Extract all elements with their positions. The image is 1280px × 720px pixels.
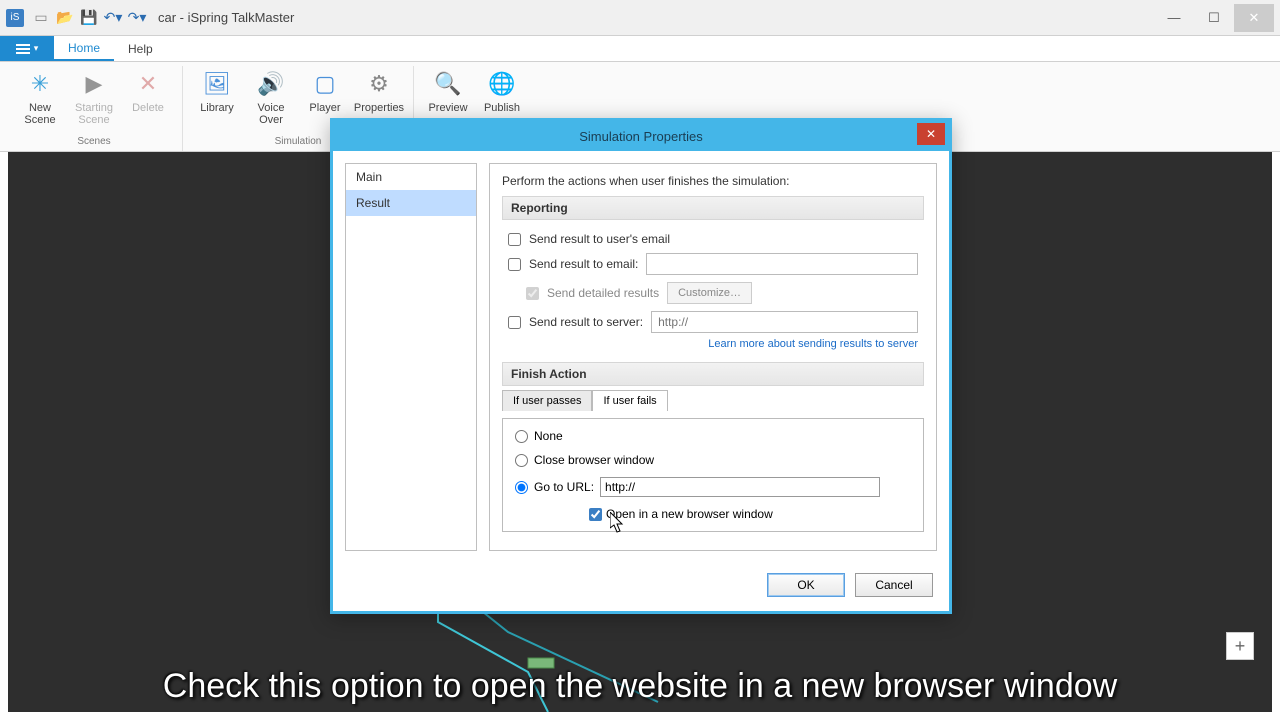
send-email-input[interactable] — [646, 253, 918, 275]
send-server-label: Send result to server: — [529, 315, 643, 329]
sidenav-item-result[interactable]: Result — [346, 190, 476, 216]
quick-access-toolbar: ▭ 📂 💾 ↶▾ ↷▾ — [32, 9, 146, 27]
simulation-group-label: Simulation — [275, 134, 322, 151]
finish-goto-radio[interactable] — [515, 481, 528, 494]
simulation-properties-dialog: Simulation Properties ✕ Main Result Perf… — [330, 118, 952, 614]
finish-none-radio[interactable] — [515, 430, 528, 443]
player-icon: ▢ — [309, 68, 341, 100]
finish-url-input[interactable] — [600, 477, 880, 497]
new-window-checkbox[interactable] — [589, 508, 602, 521]
new-window-label: Open in a new browser window — [606, 507, 773, 521]
dialog-close-button[interactable]: ✕ — [917, 123, 945, 145]
redo-icon[interactable]: ↷▾ — [128, 9, 146, 27]
delete-label: Delete — [132, 102, 164, 114]
sidenav-item-main[interactable]: Main — [346, 164, 476, 190]
ribbon-group-scenes: ✳ New Scene ▶ Starting Scene ✕ Delete Sc… — [6, 66, 183, 151]
finish-close-label: Close browser window — [534, 453, 654, 467]
voice-over-label: Voice Over — [245, 102, 297, 126]
starting-scene-button[interactable]: ▶ Starting Scene — [68, 66, 120, 134]
send-server-checkbox[interactable] — [508, 316, 521, 329]
detailed-results-checkbox — [526, 287, 539, 300]
app-icon: iS — [6, 9, 24, 27]
finish-tabs: If user passes If user fails — [502, 390, 924, 411]
file-menu-icon — [16, 44, 30, 54]
undo-icon[interactable]: ↶▾ — [104, 9, 122, 27]
publish-label: Publish — [484, 102, 520, 114]
titlebar: iS ▭ 📂 💾 ↶▾ ↷▾ car - iSpring TalkMaster … — [0, 0, 1280, 36]
reporting-body: Send result to user's email Send result … — [502, 228, 924, 354]
send-server-input[interactable] — [651, 311, 918, 333]
publish-icon: 🌐 — [486, 68, 518, 100]
starting-scene-icon: ▶ — [78, 68, 110, 100]
minimize-button[interactable]: — — [1154, 4, 1194, 32]
delete-button[interactable]: ✕ Delete — [122, 66, 174, 134]
close-button[interactable]: ✕ — [1234, 4, 1274, 32]
dialog-titlebar[interactable]: Simulation Properties ✕ — [333, 121, 949, 151]
preview-icon: 🔍 — [432, 68, 464, 100]
maximize-button[interactable]: ☐ — [1194, 4, 1234, 32]
preview-label: Preview — [428, 102, 467, 114]
voice-over-icon: 🔊 — [255, 68, 287, 100]
dialog-footer: OK Cancel — [333, 563, 949, 611]
reporting-header: Reporting — [502, 196, 924, 220]
ok-button[interactable]: OK — [767, 573, 845, 597]
new-scene-icon: ✳ — [24, 68, 56, 100]
voice-over-button[interactable]: 🔊 Voice Over — [245, 66, 297, 134]
content-intro: Perform the actions when user finishes t… — [502, 174, 924, 188]
open-doc-icon[interactable]: 📂 — [56, 9, 74, 27]
window-controls: — ☐ ✕ — [1154, 4, 1274, 32]
window-title: car - iSpring TalkMaster — [158, 10, 1154, 25]
send-user-email-checkbox[interactable] — [508, 233, 521, 246]
cancel-button[interactable]: Cancel — [855, 573, 933, 597]
finish-close-radio[interactable] — [515, 454, 528, 467]
tab-help[interactable]: Help — [114, 36, 167, 61]
tab-home[interactable]: Home — [54, 36, 114, 61]
gear-icon: ⚙ — [363, 68, 395, 100]
new-scene-button[interactable]: ✳ New Scene — [14, 66, 66, 134]
dialog-side-nav: Main Result — [345, 163, 477, 551]
dialog-content: Perform the actions when user finishes t… — [489, 163, 937, 551]
dialog-title: Simulation Properties — [579, 129, 703, 144]
send-email-label: Send result to email: — [529, 257, 638, 271]
finish-goto-label: Go to URL: — [534, 480, 594, 494]
scenes-group-label: Scenes — [77, 134, 110, 151]
ribbon-tabstrip: Home Help — [0, 36, 1280, 62]
send-email-checkbox[interactable] — [508, 258, 521, 271]
send-user-email-label: Send result to user's email — [529, 232, 670, 246]
delete-icon: ✕ — [132, 68, 164, 100]
learn-more-link[interactable]: Learn more about sending results to serv… — [508, 338, 918, 350]
new-doc-icon[interactable]: ▭ — [32, 9, 50, 27]
tab-if-passes[interactable]: If user passes — [502, 390, 592, 411]
zoom-plus-button[interactable]: + — [1226, 632, 1254, 660]
detailed-results-label: Send detailed results — [547, 286, 659, 300]
library-icon: 🖼 — [201, 68, 233, 100]
library-button[interactable]: 🖼 Library — [191, 66, 243, 134]
new-scene-label: New Scene — [14, 102, 66, 126]
finish-tab-panel: None Close browser window Go to URL: Ope… — [502, 418, 924, 532]
starting-scene-label: Starting Scene — [68, 102, 120, 126]
save-doc-icon[interactable]: 💾 — [80, 9, 98, 27]
player-label: Player — [309, 102, 340, 114]
tab-if-fails[interactable]: If user fails — [592, 390, 667, 411]
library-label: Library — [200, 102, 234, 114]
finish-header: Finish Action — [502, 362, 924, 386]
properties-label: Properties — [354, 102, 404, 114]
file-tab[interactable] — [0, 36, 54, 61]
finish-none-label: None — [534, 429, 563, 443]
customize-button[interactable]: Customize… — [667, 282, 752, 304]
